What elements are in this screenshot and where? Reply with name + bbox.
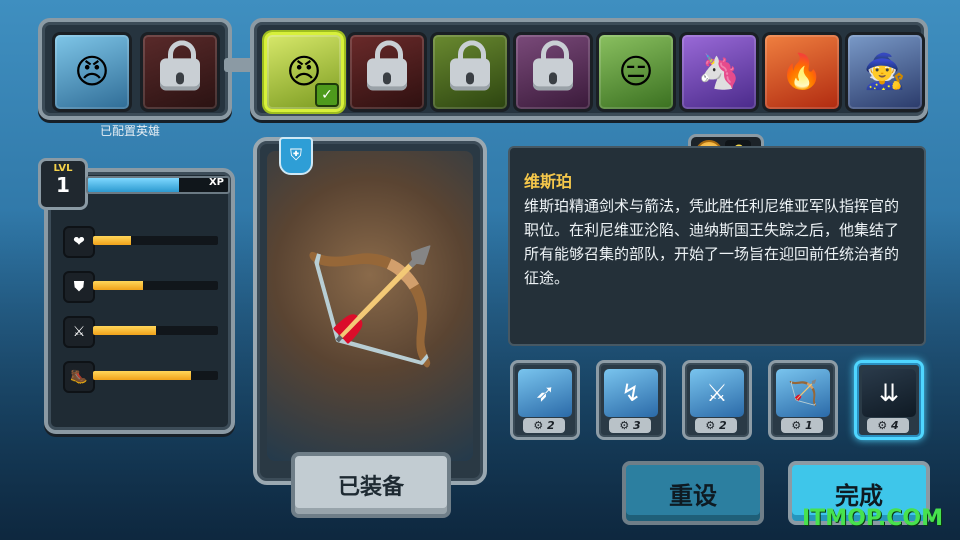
hero-portrait-icon: 🏹 <box>301 241 439 370</box>
hero-card-art: 🏹 <box>267 151 473 461</box>
hero-roster-slot-8[interactable]: 🧙 <box>845 32 925 112</box>
lock-icon <box>160 40 200 98</box>
equip-button[interactable]: 已装备 <box>291 452 451 518</box>
skill-cost-value: 1 <box>805 419 813 432</box>
heart-icon: ❤ <box>63 226 95 258</box>
level-value: 1 <box>56 173 70 197</box>
sword-icon: ⚔ <box>63 316 95 348</box>
skill-slot-4[interactable]: 🏹 ⚙ 1 <box>768 360 838 440</box>
skill-cost-value: 2 <box>547 419 555 432</box>
lock-icon <box>367 40 407 98</box>
skill-cost-value: 3 <box>633 419 641 432</box>
hero-portrait-icon: 🦄 <box>697 52 741 92</box>
assigned-heroes-panel: 😠 <box>38 18 232 120</box>
skill-cost-value: 4 <box>891 419 899 432</box>
hero-portrait-icon: 🧙 <box>863 52 907 92</box>
stat-row: ⚔ <box>63 316 218 348</box>
level-badge: LVL 1 <box>38 158 88 210</box>
boot-icon: 🥾 <box>63 361 95 393</box>
hero-portrait-icon: 😠 <box>74 52 110 92</box>
reset-button[interactable]: 重设 <box>622 461 764 525</box>
equip-button-label: 已装备 <box>337 475 404 500</box>
stat-bar-fill <box>93 281 143 290</box>
archer-icon: 🏹 <box>776 369 830 417</box>
skill-cost: ⚙ 1 <box>781 418 823 433</box>
arrow-icon: ➶ <box>518 369 572 417</box>
watermark: ITMOP.COM <box>802 506 943 531</box>
hero-name: 维斯珀 <box>524 172 573 191</box>
stat-bar <box>93 236 218 245</box>
stat-bar <box>93 281 218 290</box>
rain-icon: ⇊ <box>862 369 916 417</box>
hero-card: 🏹 ⛨ <box>253 137 487 485</box>
stat-bar-fill <box>93 236 131 245</box>
hero-roster-slot-2[interactable] <box>347 32 427 112</box>
lock-icon <box>450 40 490 98</box>
skill-slot-1[interactable]: ➶ ⚙ 2 <box>510 360 580 440</box>
hero-roster-panel: 😠 ✓ 😑 🦄 🔥 🧙 <box>250 18 928 120</box>
hero-roster-slot-5[interactable]: 😑 <box>596 32 676 112</box>
lock-icon <box>533 40 573 98</box>
reset-button-label: 重设 <box>669 481 717 510</box>
assigned-hero-slot-2[interactable] <box>140 32 220 112</box>
hero-bio: 维斯珀精通剑术与箭法，凭此胜任利尼维亚军队指挥官的职位。在利尼维亚沦陷、迪纳斯国… <box>524 197 900 287</box>
stat-bar <box>93 326 218 335</box>
xp-label: XP <box>208 177 224 188</box>
hero-roster-slot-1[interactable]: 😠 ✓ <box>264 32 344 112</box>
hero-roster-slot-4[interactable] <box>513 32 593 112</box>
skill-cost: ⚙ 4 <box>867 418 909 433</box>
gear-icon: ⚙ <box>791 419 802 432</box>
hero-roster-slot-6[interactable]: 🦄 <box>679 32 759 112</box>
shield-icon: ⛊ <box>63 271 95 303</box>
stat-row: ⛊ <box>63 271 218 303</box>
hero-roster-slot-3[interactable] <box>430 32 510 112</box>
hero-roster-slot-7[interactable]: 🔥 <box>762 32 842 112</box>
multishot-icon: ↯ <box>604 369 658 417</box>
assigned-hero-slot-1[interactable]: 😠 <box>52 32 132 112</box>
hero-class-badge-icon: ⛨ <box>279 137 313 175</box>
stat-row: ❤ <box>63 226 218 258</box>
check-icon: ✓ <box>315 83 339 107</box>
skill-slot-2[interactable]: ↯ ⚙ 3 <box>596 360 666 440</box>
hero-description-panel: 维斯珀 维斯珀精通剑术与箭法，凭此胜任利尼维亚军队指挥官的职位。在利尼维亚沦陷、… <box>508 146 926 346</box>
skill-cost: ⚙ 3 <box>609 418 651 433</box>
hero-portrait-icon: 🔥 <box>780 52 824 92</box>
xp-bar-fill <box>88 178 179 192</box>
skill-cost: ⚙ 2 <box>695 418 737 433</box>
skill-cost: ⚙ 2 <box>523 418 565 433</box>
stat-bar-fill <box>93 326 156 335</box>
stat-row: 🥾 <box>63 361 218 393</box>
skill-slot-3[interactable]: ⚔ ⚙ 2 <box>682 360 752 440</box>
assigned-heroes-caption: 已配置英雄 <box>100 124 161 138</box>
gear-icon: ⚙ <box>533 419 544 432</box>
gear-icon: ⚙ <box>619 419 630 432</box>
skill-cost-value: 2 <box>719 419 727 432</box>
hero-portrait-icon: 😑 <box>618 52 654 92</box>
gear-icon: ⚙ <box>705 419 716 432</box>
stat-bar <box>93 371 218 380</box>
blade-icon: ⚔ <box>690 369 744 417</box>
stat-bar-fill <box>93 371 191 380</box>
skill-slot-5[interactable]: ⇊ ⚙ 4 <box>854 360 924 440</box>
gear-icon: ⚙ <box>877 419 888 432</box>
xp-bar: XP <box>86 176 230 194</box>
